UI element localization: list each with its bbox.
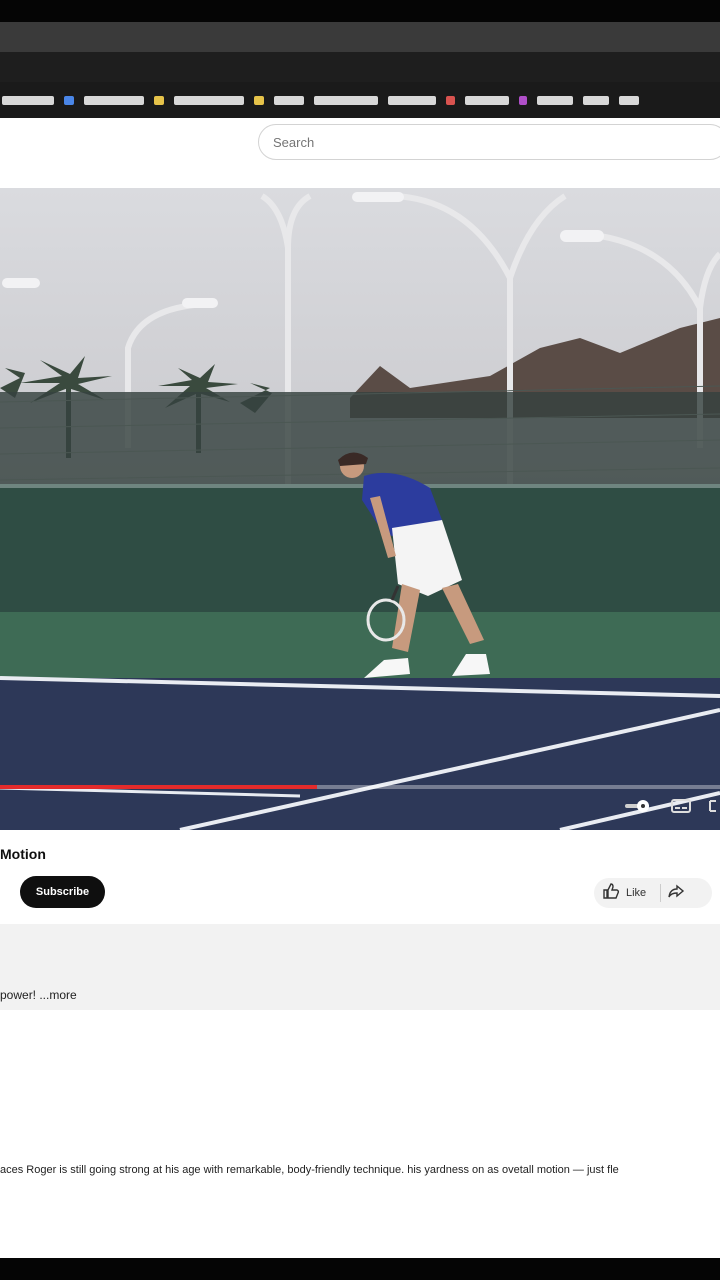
court-wall (0, 486, 720, 612)
subscribe-button[interactable]: Subscribe (20, 876, 105, 908)
bookmarks-bar (0, 82, 720, 118)
bookmark-item[interactable] (2, 95, 54, 105)
bookmark-item[interactable] (619, 95, 639, 105)
bookmark-icon[interactable] (254, 95, 264, 105)
bookmark-item[interactable] (84, 95, 144, 105)
bookmark-item[interactable] (174, 95, 244, 105)
screen-top-bar (0, 0, 720, 22)
description-box[interactable] (0, 924, 720, 1010)
like-label[interactable]: Like (626, 887, 646, 899)
fullscreen-icon[interactable] (708, 798, 720, 814)
captions-icon[interactable] (670, 798, 692, 814)
progress-fill (0, 785, 317, 789)
bookmark-icon[interactable] (446, 95, 455, 105)
court-blue (0, 678, 720, 830)
bookmark-item[interactable] (583, 95, 609, 105)
description-text: aces Roger is still going strong at his … (0, 1164, 619, 1176)
description-snippet[interactable]: power! ...more (0, 988, 77, 1002)
video-player[interactable] (0, 188, 720, 830)
progress-bar[interactable] (0, 785, 720, 789)
bookmark-item[interactable] (274, 95, 304, 105)
bookmark-item[interactable] (314, 95, 378, 105)
browser-tab-strip (0, 22, 720, 52)
video-title: Motion (0, 846, 46, 862)
like-icon[interactable] (602, 882, 620, 904)
action-bar: Like (594, 878, 712, 908)
bookmark-item[interactable] (465, 95, 509, 105)
masthead (0, 118, 720, 188)
settings-icon[interactable] (622, 798, 652, 814)
browser-toolbar (0, 52, 720, 82)
video-frame (0, 192, 720, 830)
action-divider (660, 884, 662, 902)
search-box[interactable] (258, 124, 720, 160)
bookmark-item[interactable] (537, 95, 573, 105)
bookmark-item[interactable] (388, 95, 436, 105)
bookmark-icon[interactable] (154, 95, 164, 105)
page: Motion Subscribe Like power! ...more ace… (0, 118, 720, 1258)
bookmark-icon[interactable] (519, 95, 527, 105)
bookmark-icon[interactable] (64, 95, 74, 105)
light-fixtures (2, 192, 604, 308)
search-input[interactable] (273, 134, 573, 150)
screen-bottom-bar (0, 1258, 720, 1280)
share-icon[interactable] (667, 883, 685, 904)
